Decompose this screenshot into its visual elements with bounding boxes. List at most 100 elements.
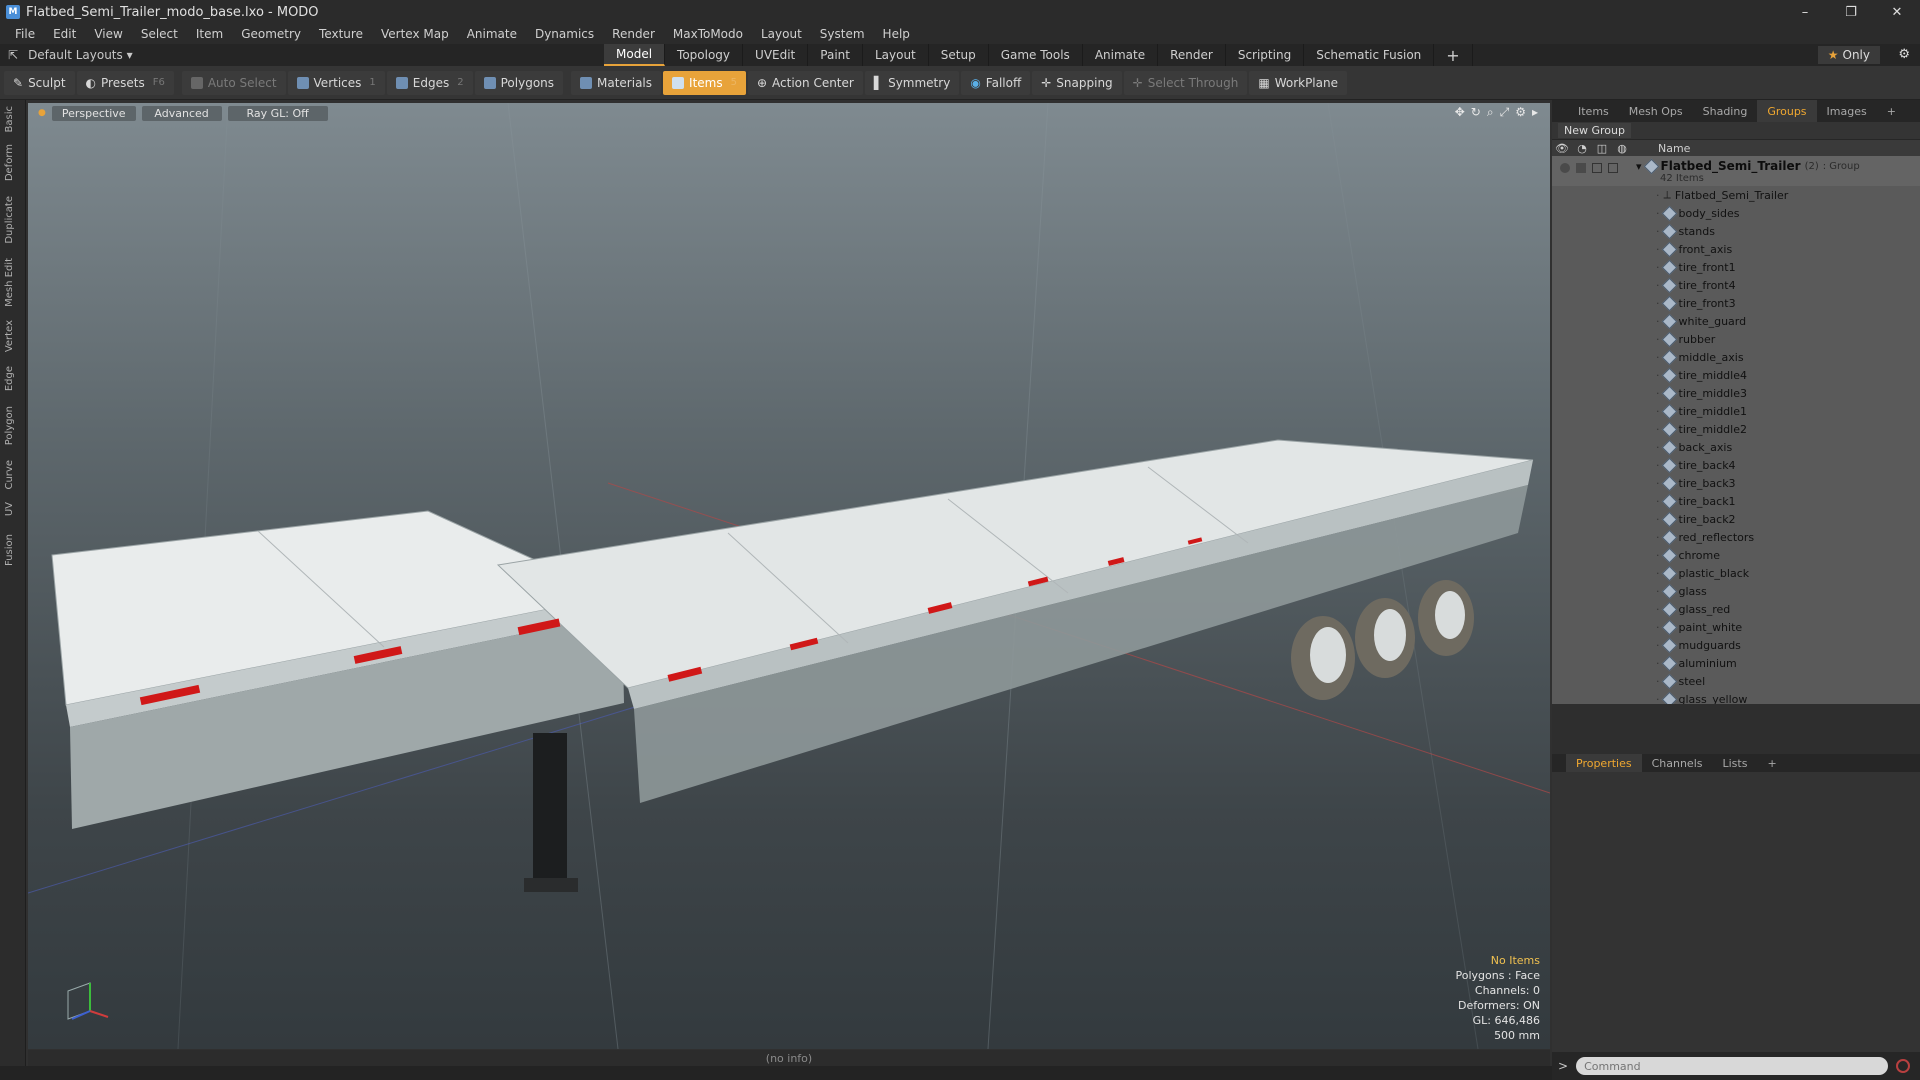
side-tab-duplicate[interactable]: Duplicate [4,196,22,244]
side-tab-basic[interactable]: Basic [4,106,22,132]
tab-render[interactable]: Render [1158,44,1226,66]
item-visibility-toggles[interactable] [1552,294,1636,312]
list-item[interactable]: · aluminium [1552,654,1920,672]
name-column-header[interactable]: Name [1632,142,1690,155]
tab-setup[interactable]: Setup [929,44,989,66]
snapping-button[interactable]: ✛ Snapping [1032,70,1122,95]
item-visibility-toggles[interactable] [1552,546,1636,564]
item-visibility-toggles[interactable] [1552,312,1636,330]
menu-texture[interactable]: Texture [310,27,372,41]
vertices-button[interactable]: Vertices 1 [287,70,385,95]
item-visibility-toggles[interactable] [1552,474,1636,492]
items-button[interactable]: Items 5 [663,70,746,95]
tab-model[interactable]: Model [604,44,666,66]
menu-help[interactable]: Help [874,27,919,41]
menu-layout[interactable]: Layout [752,27,811,41]
presets-button[interactable]: ◐ Presets F6 [76,70,174,95]
visibility-column-icon[interactable]: 👁 [1552,142,1572,155]
item-visibility-toggles[interactable] [1552,204,1636,222]
menu-view[interactable]: View [85,27,131,41]
rotate-view-icon[interactable]: ↻ [1471,105,1481,120]
group-row[interactable]: ▾ Flatbed_Semi_Trailer (2) : Group 42 It… [1552,156,1920,186]
item-visibility-toggles[interactable] [1552,384,1636,402]
eye-icon[interactable] [1560,163,1570,173]
list-item[interactable]: · plastic_black [1552,564,1920,582]
list-item[interactable]: · mudguards [1552,636,1920,654]
layouts-dropdown[interactable]: Default Layouts ▾ [28,48,133,62]
item-visibility-toggles[interactable] [1552,636,1636,654]
list-item[interactable]: · tire_middle4 [1552,366,1920,384]
minimize-button[interactable]: – [1782,0,1828,24]
item-visibility-toggles[interactable] [1552,528,1636,546]
gear-icon[interactable]: ⚙ [1898,47,1910,62]
record-icon[interactable] [1896,1059,1911,1073]
workplane-button[interactable]: ▦ WorkPlane [1249,70,1347,95]
symmetry-button[interactable]: ▌ Symmetry [864,70,960,95]
maximize-button[interactable]: ❐ [1828,0,1874,24]
tab-groups[interactable]: Groups [1757,100,1817,122]
list-item[interactable]: · white_guard [1552,312,1920,330]
materials-button[interactable]: Materials [571,70,662,95]
new-group-button[interactable]: New Group [1558,123,1631,138]
item-visibility-toggles[interactable] [1552,366,1636,384]
side-tab-uv[interactable]: UV [4,502,22,516]
item-visibility-toggles[interactable] [1552,438,1636,456]
list-item[interactable]: · paint_white [1552,618,1920,636]
list-item[interactable]: · tire_back3 [1552,474,1920,492]
close-button[interactable]: ✕ [1874,0,1920,24]
render-column-icon[interactable]: ◔ [1572,142,1592,155]
list-item[interactable]: · tire_middle2 [1552,420,1920,438]
item-visibility-toggles[interactable] [1552,672,1636,690]
list-item[interactable]: · steel [1552,672,1920,690]
list-item[interactable]: · glass_red [1552,600,1920,618]
item-visibility-toggles[interactable] [1552,618,1636,636]
auto-select-button[interactable]: Auto Select [181,70,286,95]
fit-view-icon[interactable]: ⤢ [1500,105,1510,120]
list-item[interactable]: · tire_middle3 [1552,384,1920,402]
menu-select[interactable]: Select [132,27,187,41]
menu-render[interactable]: Render [603,27,664,41]
tab-lists[interactable]: Lists [1713,754,1758,772]
list-item[interactable]: · tire_front3 [1552,294,1920,312]
side-tab-edge[interactable]: Edge [4,366,22,391]
menu-maxtomodo[interactable]: MaxToModo [664,27,752,41]
viewport-dot-icon[interactable]: ● [38,108,46,118]
list-item[interactable]: · rubber [1552,330,1920,348]
tab-channels[interactable]: Channels [1642,754,1713,772]
render-icon[interactable] [1576,163,1586,173]
side-tab-deform[interactable]: Deform [4,144,22,181]
add-props-tab-button[interactable]: + [1757,754,1786,772]
menu-animate[interactable]: Animate [458,27,526,41]
item-visibility-toggles[interactable] [1552,348,1636,366]
list-item[interactable]: · tire_back4 [1552,456,1920,474]
tab-items[interactable]: Items [1568,100,1619,122]
view-mode-button[interactable]: Perspective [51,105,136,121]
item-visibility-toggles[interactable] [1552,582,1636,600]
polygons-button[interactable]: Polygons [474,70,564,95]
item-visibility-toggles[interactable] [1552,564,1636,582]
lock-icon[interactable] [1592,163,1602,173]
menu-dynamics[interactable]: Dynamics [526,27,603,41]
tab-paint[interactable]: Paint [808,44,863,66]
tab-scripting[interactable]: Scripting [1226,44,1305,66]
side-tab-polygon[interactable]: Polygon [4,406,22,445]
falloff-button[interactable]: ◉ Falloff [961,70,1031,95]
select-column-icon[interactable]: ◍ [1612,142,1632,155]
item-visibility-toggles[interactable] [1552,654,1636,672]
list-item[interactable]: · glass [1552,582,1920,600]
3d-viewport[interactable]: ● Perspective Advanced Ray GL: Off ✥ ↻ ⌕… [28,103,1550,1049]
list-item[interactable]: · red_reflectors [1552,528,1920,546]
tab-layout[interactable]: Layout [863,44,929,66]
menu-geometry[interactable]: Geometry [232,27,310,41]
tab-properties[interactable]: Properties [1566,754,1642,772]
viewport-settings-icon[interactable]: ⚙ [1515,105,1526,120]
item-visibility-toggles[interactable] [1552,600,1636,618]
list-item[interactable]: · middle_axis [1552,348,1920,366]
tab-topology[interactable]: Topology [665,44,744,66]
list-item[interactable]: · glass_yellow [1552,690,1920,704]
lock-column-icon[interactable]: ◫ [1592,142,1612,155]
list-item[interactable]: · front_axis [1552,240,1920,258]
group-visibility-toggles[interactable] [1552,159,1636,177]
menu-system[interactable]: System [811,27,874,41]
menu-item[interactable]: Item [187,27,232,41]
